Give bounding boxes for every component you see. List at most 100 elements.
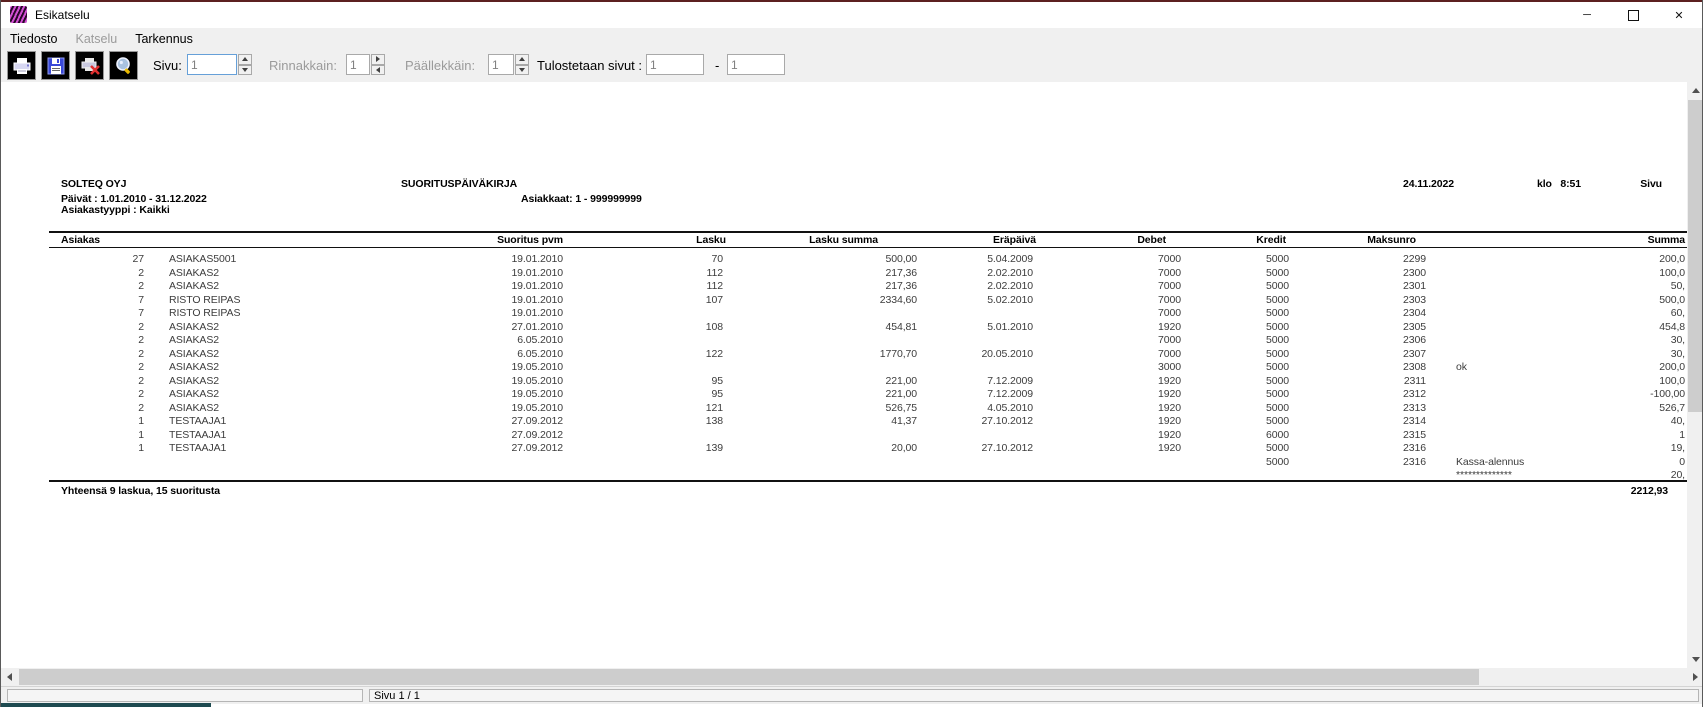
table-row: 2ASIAKAS219.05.201095221,007.12.20091920… <box>1 375 1687 388</box>
table-row: 7RISTO REIPAS19.01.201070005000230460, <box>1 307 1687 320</box>
page-spinner <box>238 54 252 75</box>
print-to-input[interactable] <box>727 54 785 75</box>
across-input[interactable] <box>346 54 370 75</box>
arrow-down-icon <box>519 68 525 72</box>
horizontal-scrollbar-thumb[interactable] <box>19 669 1479 685</box>
title-bar: Esikatselu ─ ✕ <box>1 2 1702 28</box>
table-cell: 5000 <box>1266 280 1289 292</box>
table-cell: 1920 <box>1158 321 1181 333</box>
table-cell: 2316 <box>1403 442 1426 454</box>
page-input[interactable] <box>187 54 237 75</box>
arrow-right-icon <box>376 56 380 62</box>
minimize-button[interactable]: ─ <box>1564 2 1610 28</box>
desktop-fragment <box>1 703 211 707</box>
table-cell: 6.05.2010 <box>517 348 563 360</box>
menu-item-tiedosto[interactable]: Tiedosto <box>1 32 66 46</box>
horizontal-scrollbar[interactable] <box>1 668 1703 686</box>
table-cell: 221,00 <box>885 388 917 400</box>
table-cell: 27.09.2012 <box>511 415 563 427</box>
table-cell: 454,81 <box>885 321 917 333</box>
zoom-icon <box>113 55 135 77</box>
table-cell: 1920 <box>1158 375 1181 387</box>
table-cell: 95 <box>712 388 723 400</box>
table-cell: 27.09.2012 <box>511 442 563 454</box>
table-cell: 41,37 <box>891 415 917 427</box>
column-header: Summa <box>1648 234 1685 246</box>
table-row: 2ASIAKAS219.05.2010121526,754.05.2010192… <box>1 402 1687 415</box>
print-from-input[interactable] <box>646 54 704 75</box>
header-top-rule <box>49 231 1687 233</box>
table-cell: ASIAKAS2 <box>169 361 219 373</box>
table-cell: ASIAKAS5001 <box>169 253 236 265</box>
table-cell: 7 <box>138 294 144 306</box>
print-button[interactable] <box>7 51 36 80</box>
arrow-up-icon <box>1692 88 1700 93</box>
maximize-button[interactable] <box>1610 2 1656 28</box>
save-button[interactable] <box>41 51 70 80</box>
table-cell: 526,7 <box>1659 402 1685 414</box>
table-cell: ASIAKAS2 <box>169 321 219 333</box>
overlap-label: Päällekkäin: <box>405 58 475 73</box>
table-cell: Kassa-alennus <box>1456 456 1524 468</box>
table-cell: 50, <box>1671 280 1685 292</box>
table-cell: 30, <box>1671 348 1685 360</box>
cancel-print-button[interactable] <box>75 51 104 80</box>
arrow-down-icon <box>242 68 248 72</box>
vertical-scrollbar[interactable] <box>1687 82 1703 668</box>
table-cell: 19.01.2010 <box>511 253 563 265</box>
print-pages-label: Tulostetaan sivut : <box>537 58 642 73</box>
scroll-up-button[interactable] <box>1687 82 1703 99</box>
table-cell: 19.01.2010 <box>511 280 563 292</box>
spin-down-button[interactable] <box>515 65 529 76</box>
table-cell: 221,00 <box>885 375 917 387</box>
table-cell: 4.05.2010 <box>987 402 1033 414</box>
table-cell: 2312 <box>1403 388 1426 400</box>
table-cell: 2311 <box>1404 375 1426 387</box>
table-cell: 2300 <box>1403 267 1426 279</box>
table-cell: 5000 <box>1266 253 1289 265</box>
overlap-input[interactable] <box>488 54 514 75</box>
table-cell: 19, <box>1671 442 1685 454</box>
close-button[interactable]: ✕ <box>1656 2 1702 28</box>
scroll-right-button[interactable] <box>1687 668 1703 686</box>
column-header: Eräpäivä <box>993 234 1036 246</box>
scroll-down-button[interactable] <box>1687 651 1703 668</box>
spin-right-button[interactable] <box>371 54 385 65</box>
table-cell: 7000 <box>1158 294 1181 306</box>
table-cell: 100,0 <box>1659 375 1685 387</box>
table-cell: 500,0 <box>1659 294 1685 306</box>
table-cell: 20.05.2010 <box>981 348 1033 360</box>
table-cell: ASIAKAS2 <box>169 348 219 360</box>
table-cell: 2304 <box>1403 307 1426 319</box>
table-cell: 7000 <box>1158 334 1181 346</box>
spin-down-button[interactable] <box>238 65 252 76</box>
spin-up-button[interactable] <box>238 54 252 65</box>
vertical-scrollbar-thumb[interactable] <box>1688 100 1703 412</box>
table-row: 2ASIAKAS219.05.2010300050002308ok200,0 <box>1 361 1687 374</box>
table-cell: 7 <box>138 307 144 319</box>
table-cell: 30, <box>1671 334 1685 346</box>
spin-up-button[interactable] <box>515 54 529 65</box>
table-cell: 19.05.2010 <box>511 388 563 400</box>
menu-item-tarkennus[interactable]: Tarkennus <box>126 32 202 46</box>
zoom-button[interactable] <box>109 51 138 80</box>
table-cell: 526,75 <box>885 402 917 414</box>
menu-item-katselu[interactable]: Katselu <box>66 32 126 46</box>
table-cell: 2 <box>138 375 144 387</box>
table-cell: 2 <box>138 348 144 360</box>
table-cell: 5000 <box>1266 415 1289 427</box>
report-page-word: Sivu <box>1640 178 1662 190</box>
table-cell: 5.01.2010 <box>987 321 1033 333</box>
scroll-left-button[interactable] <box>1 668 18 686</box>
spin-left-button[interactable] <box>371 65 385 76</box>
toolbar: Sivu: Rinnakkain: Päällekkäin: Tulosteta… <box>1 49 1702 83</box>
table-row: 2ASIAKAS26.05.20101221770,7020.05.201070… <box>1 348 1687 361</box>
across-label: Rinnakkain: <box>269 58 337 73</box>
table-row: 7RISTO REIPAS19.01.20101072334,605.02.20… <box>1 294 1687 307</box>
table-cell: 5000 <box>1266 442 1289 454</box>
table-cell: 5000 <box>1266 334 1289 346</box>
table-cell: 217,36 <box>885 280 917 292</box>
table-cell: 19.05.2010 <box>511 402 563 414</box>
arrow-down-icon <box>1692 657 1700 662</box>
print-icon <box>11 55 33 77</box>
